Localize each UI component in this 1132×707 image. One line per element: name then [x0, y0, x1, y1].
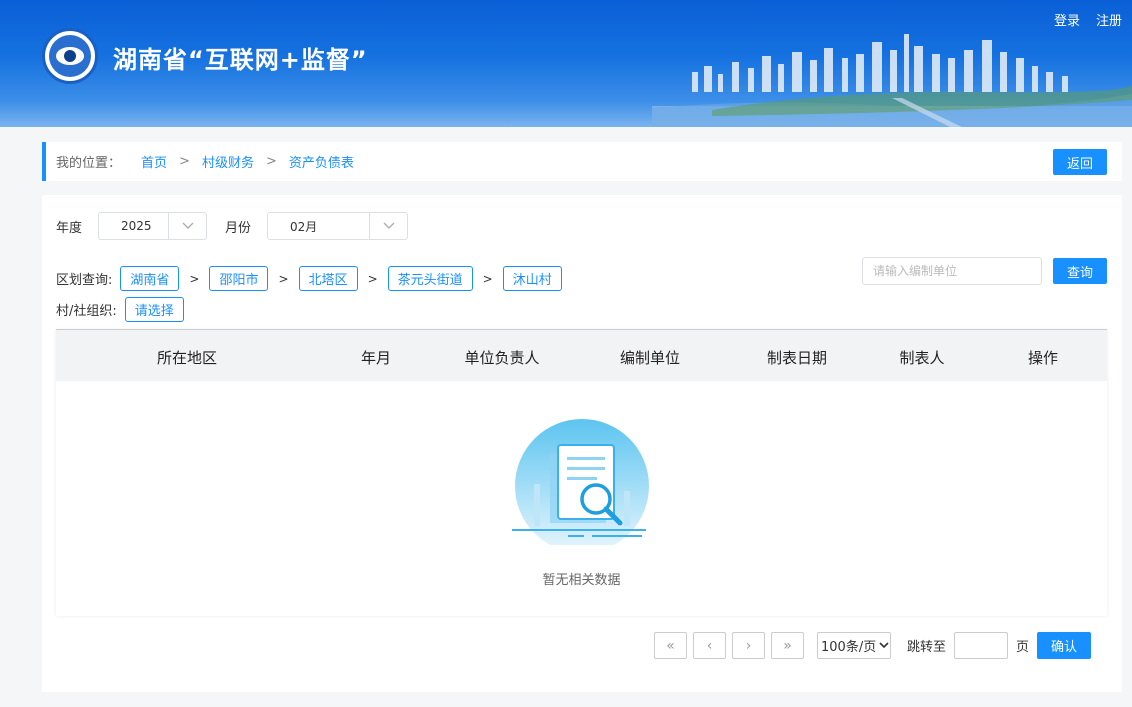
org-filter-row: 村/社组织: 请选择 — [56, 297, 184, 322]
breadcrumb-village-finance[interactable]: 村级财务 — [202, 152, 254, 171]
table-header: 所在地区 年月 单位负责人 编制单位 制表日期 制表人 操作 — [56, 330, 1107, 381]
first-page-button[interactable]: « — [654, 632, 687, 659]
region-tag-province[interactable]: 湖南省 — [120, 266, 180, 291]
jump-page-input[interactable] — [954, 632, 1009, 659]
pagination: « ‹ › » 100条/页 跳转至 页 确认 — [654, 632, 1092, 659]
column-header-region: 所在地区 — [156, 349, 218, 367]
region-separator: > — [367, 271, 378, 286]
column-header-preparer: 制表人 — [899, 349, 945, 367]
top-links: 登录 注册 — [1054, 10, 1122, 29]
breadcrumb-balance-sheet[interactable]: 资产负债表 — [289, 152, 354, 171]
eye-pupil-icon — [64, 50, 76, 62]
page-unit-label: 页 — [1016, 640, 1030, 655]
region-tag-village[interactable]: 沐山村 — [502, 266, 562, 291]
empty-state: 暂无相关数据 — [56, 381, 1107, 616]
page-size-select[interactable]: 100条/页 — [817, 632, 891, 659]
page-size-value: 100条/页 — [821, 640, 877, 655]
breadcrumb-separator: > — [179, 154, 190, 169]
site-title: 湖南省“互联网+监督” — [113, 46, 368, 74]
register-link[interactable]: 注册 — [1096, 10, 1122, 29]
region-filter-row: 区划查询: 湖南省 > 邵阳市 > 北塔区 > 茶元头街道 > 沐山村 — [56, 266, 562, 291]
month-select[interactable]: 02月 — [267, 212, 409, 240]
column-header-actions: 操作 — [1027, 349, 1059, 367]
date-filter-row: 年度 2025 月份 02月 — [56, 212, 409, 240]
column-header-unit-head: 单位负责人 — [464, 349, 540, 367]
empty-state-text: 暂无相关数据 — [542, 573, 621, 588]
no-data-icon — [512, 419, 649, 545]
region-tag-district[interactable]: 北塔区 — [298, 266, 358, 291]
month-value: 02月 — [290, 219, 318, 234]
unit-search-input[interactable] — [862, 257, 1042, 285]
site-header: 湖南省“互联网+监督” 登录 注册 — [0, 0, 1132, 127]
chevron-down-icon — [369, 213, 407, 239]
balance-sheet-table: 所在地区 年月 单位负责人 编制单位 制表日期 制表人 操作 暂无相关数据 — [56, 329, 1107, 616]
region-separator: > — [278, 271, 289, 286]
year-label: 年度 — [56, 220, 83, 236]
region-tag-city[interactable]: 邵阳市 — [209, 266, 269, 291]
query-button[interactable]: 查询 — [1053, 258, 1107, 284]
region-separator: > — [482, 271, 493, 286]
org-label: 村/社组织: — [56, 304, 117, 319]
org-select-button[interactable]: 请选择 — [124, 297, 184, 322]
column-header-compiling-unit: 编制单位 — [619, 349, 681, 367]
column-header-year-month: 年月 — [360, 349, 392, 367]
city-skyline-illustration — [652, 34, 1132, 127]
year-value: 2025 — [121, 219, 152, 233]
login-link[interactable]: 登录 — [1054, 10, 1080, 29]
chevron-down-icon — [168, 213, 206, 239]
back-button[interactable]: 返回 — [1053, 149, 1107, 175]
year-select[interactable]: 2025 — [98, 212, 208, 240]
prev-page-button[interactable]: ‹ — [693, 632, 726, 659]
chevron-down-icon — [879, 642, 889, 649]
region-tag-street[interactable]: 茶元头街道 — [387, 266, 473, 291]
site-logo — [42, 28, 98, 84]
jump-to-label: 跳转至 — [907, 640, 947, 655]
next-page-button[interactable]: › — [732, 632, 765, 659]
main-panel: 年度 2025 月份 02月 区划查询: 湖南省 > 邵阳市 > 北塔区 > 茶… — [42, 195, 1122, 692]
month-label: 月份 — [225, 220, 252, 236]
region-separator: > — [189, 271, 200, 286]
region-label: 区划查询: — [56, 273, 113, 288]
breadcrumb-separator: > — [265, 154, 277, 169]
breadcrumb-home[interactable]: 首页 — [141, 152, 167, 171]
breadcrumb-label: 我的位置： — [56, 156, 122, 171]
last-page-button[interactable]: » — [771, 632, 804, 659]
column-header-report-date: 制表日期 — [766, 349, 828, 367]
confirm-jump-button[interactable]: 确认 — [1037, 632, 1092, 659]
breadcrumb: 我的位置： 首页 > 村级财务 > 资产负债表 返回 — [42, 142, 1122, 181]
